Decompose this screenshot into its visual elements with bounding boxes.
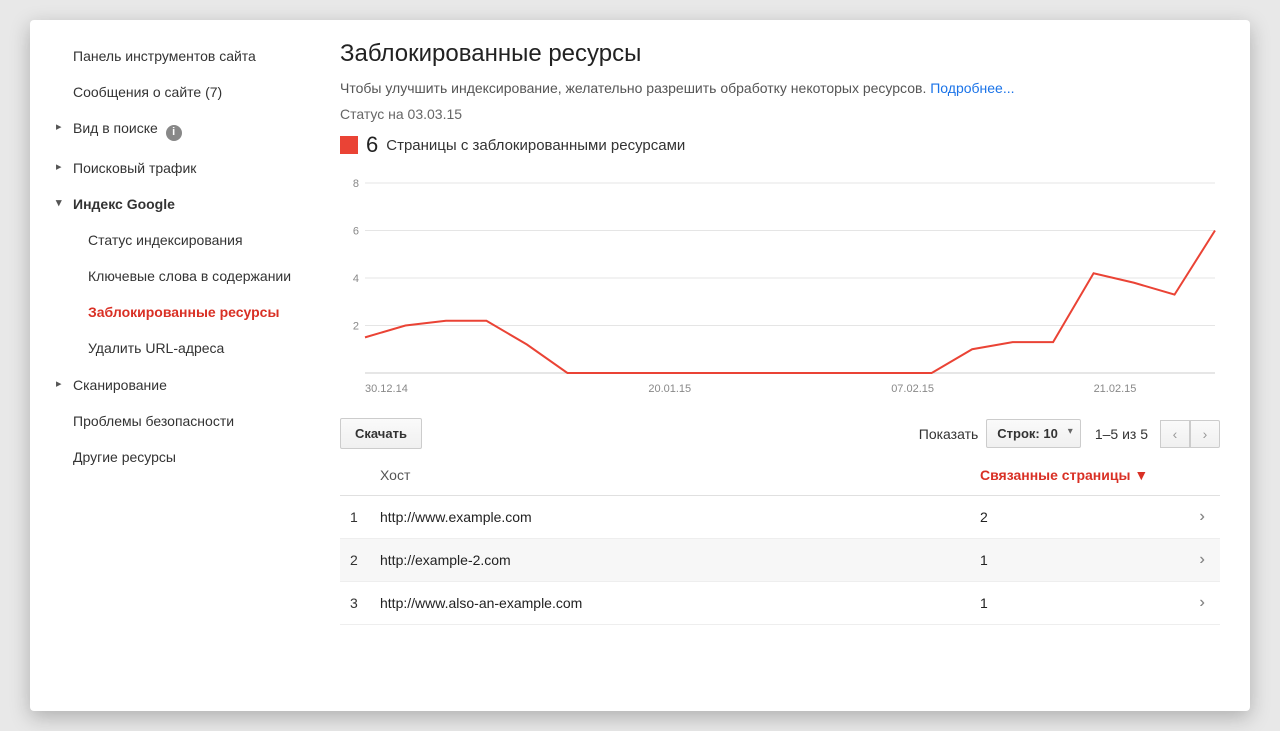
legend-swatch	[340, 136, 358, 154]
status-date: Статус на 03.03.15	[340, 106, 1220, 122]
pagination-label: 1–5 из 5	[1095, 426, 1148, 442]
chart: 2 4 6 8 30.12.14 20.01.15 07.02.15 21.02.15	[340, 178, 1220, 398]
show-label: Показать	[919, 426, 979, 442]
svg-text:21.02.15: 21.02.15	[1094, 383, 1137, 395]
svg-text:8: 8	[353, 178, 359, 190]
row-host: http://www.example.com	[370, 496, 970, 539]
sort-desc-icon: ▼	[1134, 467, 1148, 483]
sidebar-item-other[interactable]: Другие ресурсы	[48, 439, 310, 475]
sidebar-label: Вид в поиске	[73, 120, 158, 136]
table-row[interactable]: 3http://www.also-an-example.com1 ››	[340, 582, 1220, 625]
sidebar-item-content-keywords[interactable]: Ключевые слова в содержании	[48, 258, 310, 294]
main-content: Заблокированные ресурсы Чтобы улучшить и…	[310, 20, 1250, 711]
sidebar-item-blocked-resources[interactable]: Заблокированные ресурсы	[48, 294, 310, 330]
table-toolbar: Скачать Показать Строк: 10 1–5 из 5 ‹ ›	[340, 418, 1220, 449]
svg-text:20.01.15: 20.01.15	[648, 383, 691, 395]
sidebar-item-search-traffic[interactable]: Поисковый трафик	[48, 150, 310, 186]
row-host: http://example-2.com	[370, 539, 970, 582]
chevron-right-icon[interactable]: ››	[1199, 508, 1200, 525]
svg-text:2: 2	[353, 321, 359, 333]
hosts-table: Хост Связанные страницы ▼ 1http://www.ex…	[340, 455, 1220, 625]
sidebar-item-index-status[interactable]: Статус индексирования	[48, 222, 310, 258]
row-index: 3	[340, 582, 370, 625]
prev-page-button[interactable]: ‹	[1160, 420, 1190, 448]
chevron-right-icon[interactable]: ››	[1199, 551, 1200, 568]
row-index: 1	[340, 496, 370, 539]
app-window: Панель инструментов сайта Сообщения о са…	[30, 20, 1250, 711]
row-index: 2	[340, 539, 370, 582]
row-host: http://www.also-an-example.com	[370, 582, 970, 625]
sidebar-item-search-appearance[interactable]: Вид в поиске i	[48, 110, 310, 149]
svg-text:4: 4	[353, 273, 359, 285]
legend: 6 Страницы с заблокированными ресурсами	[340, 132, 1220, 158]
table-row[interactable]: 2http://example-2.com1 ››	[340, 539, 1220, 582]
sidebar-item-crawl[interactable]: Сканирование	[48, 367, 310, 403]
svg-text:30.12.14: 30.12.14	[365, 383, 408, 395]
svg-text:6: 6	[353, 226, 359, 238]
legend-count: 6	[366, 132, 378, 158]
learn-more-link[interactable]: Подробнее...	[930, 80, 1014, 96]
info-icon[interactable]: i	[166, 125, 182, 141]
row-count: 1	[970, 582, 1170, 625]
table-row[interactable]: 1http://www.example.com2 ››	[340, 496, 1220, 539]
sidebar-item-google-index[interactable]: Индекс Google	[48, 186, 310, 222]
sidebar-item-messages[interactable]: Сообщения о сайте (7)	[48, 74, 310, 110]
rows-select[interactable]: Строк: 10	[986, 419, 1081, 448]
sidebar: Панель инструментов сайта Сообщения о са…	[30, 20, 310, 711]
sidebar-item-security[interactable]: Проблемы безопасности	[48, 403, 310, 439]
legend-label: Страницы с заблокированными ресурсами	[386, 137, 685, 154]
download-button[interactable]: Скачать	[340, 418, 422, 449]
chevron-right-icon[interactable]: ››	[1199, 594, 1200, 611]
sidebar-item-dashboard[interactable]: Панель инструментов сайта	[48, 38, 310, 74]
col-linked-pages[interactable]: Связанные страницы ▼	[970, 455, 1170, 496]
next-page-button[interactable]: ›	[1190, 420, 1220, 448]
svg-text:07.02.15: 07.02.15	[891, 383, 934, 395]
sidebar-item-remove-urls[interactable]: Удалить URL-адреса	[48, 330, 310, 366]
col-host[interactable]: Хост	[370, 455, 970, 496]
page-title: Заблокированные ресурсы	[340, 40, 1220, 68]
row-count: 1	[970, 539, 1170, 582]
page-subtext: Чтобы улучшить индексирование, желательн…	[340, 80, 1220, 96]
row-count: 2	[970, 496, 1170, 539]
